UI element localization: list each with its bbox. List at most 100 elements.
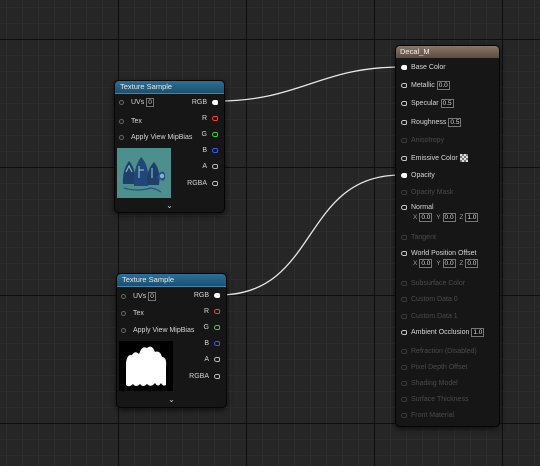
node-title[interactable]: Texture Sample [115, 81, 224, 94]
input-base-color[interactable]: Base Color [401, 63, 446, 73]
tex-pin[interactable] [119, 119, 124, 124]
mip-bias-pin[interactable] [121, 328, 126, 333]
normal-z-field[interactable]: 1.0 [465, 213, 479, 222]
wpo-x-field[interactable]: 0.0 [419, 259, 433, 268]
output-rgba-label: RGBA [187, 180, 207, 187]
uvs-value-field[interactable]: 0 [146, 98, 154, 107]
input-custom-data-0: Custom Data 0 [401, 295, 458, 305]
output-a-pin[interactable] [212, 164, 218, 169]
pin-icon[interactable] [401, 251, 407, 256]
pin-icon[interactable] [401, 173, 407, 178]
wpo-z-field[interactable]: 0.0 [465, 259, 479, 268]
texture-sample-node-1[interactable]: Texture Sample UVs 0 Tex Apply View MipBi… [114, 80, 225, 213]
input-metallic[interactable]: Metallic 0.0 [401, 81, 450, 91]
input-pixel-depth-offset: Pixel Depth Offset [401, 363, 467, 373]
uvs-input[interactable]: UVs 0 [119, 98, 154, 108]
specular-value-field[interactable]: 0.5 [440, 99, 454, 108]
input-front-material: Front Material [401, 411, 454, 421]
wpo-y-field[interactable]: 0.0 [442, 259, 456, 268]
ao-value-field[interactable]: 1.0 [471, 328, 485, 337]
pin-icon [401, 235, 407, 240]
input-ambient-occlusion[interactable]: Ambient Occlusion 1.0 [401, 328, 485, 338]
tex-input[interactable]: Tex [121, 309, 144, 319]
metallic-value-field[interactable]: 0.0 [436, 81, 450, 90]
texture-sample-node-2[interactable]: Texture Sample UVs 0 Tex Apply View MipBi… [116, 273, 227, 408]
output-b-pin[interactable] [214, 341, 220, 346]
decal-material-node[interactable]: Decal_M Base Color Metallic 0.0 Specular 0… [395, 45, 500, 427]
output-g-label: G [203, 324, 209, 331]
pin-icon[interactable] [401, 330, 407, 335]
output-r-pin[interactable] [214, 309, 220, 314]
pin-icon[interactable] [401, 83, 407, 88]
output-g-label: G [201, 131, 207, 138]
wire-rgb-to-opacity[interactable] [218, 174, 402, 296]
input-specular[interactable]: Specular 0.5 [401, 99, 454, 109]
output-a-pin[interactable] [214, 357, 220, 362]
output-g-pin[interactable] [214, 325, 220, 330]
input-opacity[interactable]: Opacity [401, 171, 435, 181]
pin-icon[interactable] [401, 205, 407, 210]
output-g-pin[interactable] [212, 132, 218, 137]
label: World Position Offset [411, 250, 477, 257]
label: Specular [411, 100, 439, 107]
roughness-value-field[interactable]: 0.5 [448, 118, 462, 127]
chevron-down-icon[interactable]: ⌄ [117, 395, 226, 404]
pin-icon[interactable] [401, 101, 407, 106]
node-title[interactable]: Decal_M [396, 46, 499, 58]
pin-icon [401, 349, 407, 354]
wire-rgb-to-base-color[interactable] [217, 66, 402, 102]
normal-y-field[interactable]: 0.0 [442, 213, 456, 222]
output-b-pin[interactable] [212, 148, 218, 153]
label: Refraction (Disabled) [411, 348, 477, 355]
uvs-label: UVs [131, 99, 145, 106]
label: Roughness [411, 119, 447, 126]
output-r-label: R [201, 115, 207, 122]
axis-z-label: Z [459, 260, 464, 267]
pin-icon [401, 397, 407, 402]
chevron-down-icon[interactable]: ⌄ [115, 201, 224, 210]
uvs-input[interactable]: UVs 0 [121, 292, 156, 302]
pin-icon[interactable] [401, 120, 407, 125]
output-rgba-pin[interactable] [214, 374, 220, 379]
pin-icon[interactable] [401, 156, 407, 161]
input-refraction: Refraction (Disabled) [401, 347, 477, 357]
mip-bias-input[interactable]: Apply View MipBias [121, 326, 194, 336]
tex-label: Tex [133, 310, 144, 317]
label: Tangent [411, 234, 436, 241]
normal-x-field[interactable]: 0.0 [419, 213, 433, 222]
mip-bias-input[interactable]: Apply View MipBias [119, 133, 192, 143]
label: Emissive Color [411, 155, 458, 162]
label: Base Color [411, 64, 446, 71]
input-roughness[interactable]: Roughness 0.5 [401, 118, 462, 128]
wpo-vector-fields[interactable]: X 0.0 Y 0.0 Z 0.0 [413, 259, 479, 269]
pin-icon[interactable] [401, 65, 407, 70]
label: Custom Data 0 [411, 296, 458, 303]
tex-input[interactable]: Tex [119, 117, 142, 127]
mip-bias-pin[interactable] [119, 135, 124, 140]
mip-bias-label: Apply View MipBias [133, 327, 195, 334]
pin-icon [401, 365, 407, 370]
normal-vector-fields[interactable]: X 0.0 Y 0.0 Z 1.0 [413, 213, 479, 223]
label: Front Material [411, 412, 455, 419]
output-rgba-pin[interactable] [212, 181, 218, 186]
uvs-pin[interactable] [121, 294, 126, 299]
label: Custom Data 1 [411, 313, 458, 320]
color-swatch[interactable] [459, 154, 468, 162]
input-anisotropy: Anisotropy [401, 136, 444, 146]
uvs-pin[interactable] [119, 100, 124, 105]
uvs-value-field[interactable]: 0 [148, 292, 156, 301]
label: Shading Model [411, 380, 458, 387]
input-custom-data-1: Custom Data 1 [401, 312, 458, 322]
output-rgb-pin[interactable] [212, 100, 218, 105]
output-rgb-pin[interactable] [214, 293, 220, 298]
input-emissive-color[interactable]: Emissive Color [401, 154, 468, 164]
output-r-label: R [203, 308, 209, 315]
tex-pin[interactable] [121, 311, 126, 316]
output-r-pin[interactable] [212, 116, 218, 121]
pin-icon [401, 381, 407, 386]
input-normal[interactable]: Normal [401, 203, 434, 213]
node-title[interactable]: Texture Sample [117, 274, 226, 287]
input-world-position-offset[interactable]: World Position Offset [401, 249, 477, 259]
axis-y-label: Y [436, 260, 441, 267]
axis-x-label: X [413, 260, 418, 267]
